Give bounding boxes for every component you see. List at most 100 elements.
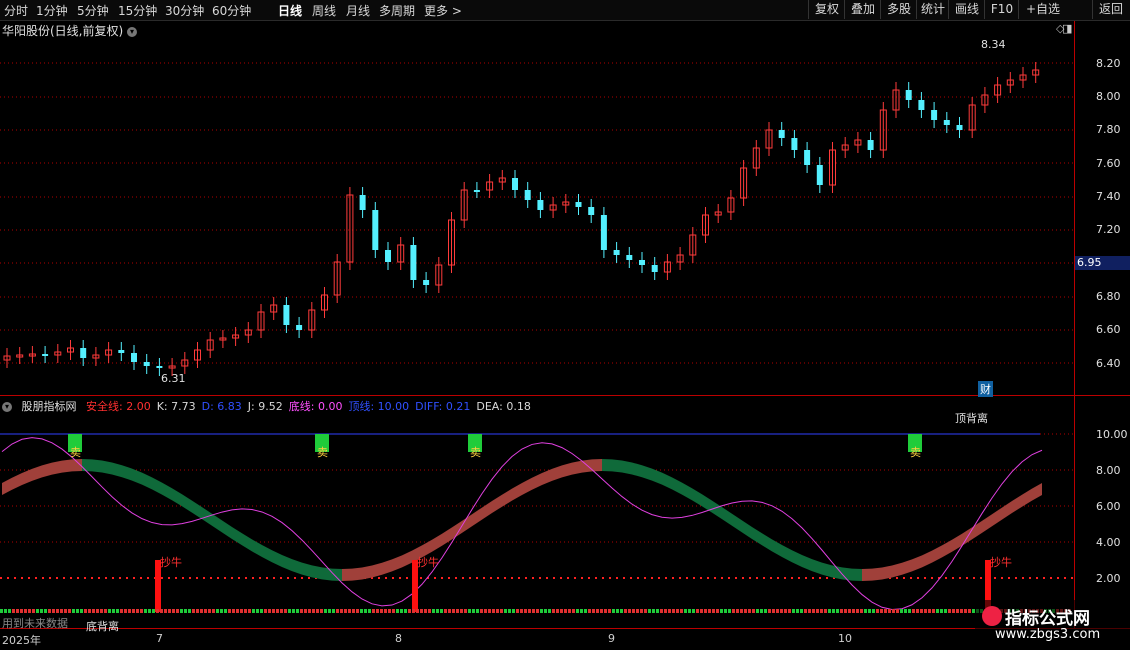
volume-strip-bar <box>60 609 63 613</box>
kd-ribbon-segment <box>142 472 152 490</box>
volume-strip-bar <box>452 609 455 613</box>
kd-ribbon-segment <box>352 567 362 581</box>
volume-strip-bar <box>316 609 319 613</box>
kd-ribbon-segment <box>842 567 852 581</box>
volume-strip-bar <box>116 609 119 613</box>
volume-strip-bar <box>92 609 95 613</box>
volume-strip-bar <box>148 609 151 613</box>
kd-ribbon-segment <box>282 555 292 572</box>
kd-ribbon-segment <box>812 559 822 575</box>
volume-strip-bar <box>180 609 183 613</box>
volume-strip-bar <box>260 609 263 613</box>
volume-strip-bar <box>184 609 187 613</box>
xaxis-label: 8 <box>395 632 402 645</box>
volume-strip-bar <box>52 609 55 613</box>
volume-strip-bar <box>888 609 891 613</box>
volume-strip-bar <box>548 609 551 613</box>
candle-body <box>42 354 49 356</box>
volume-strip-bar <box>860 609 863 613</box>
sell-label: 卖 <box>470 446 481 459</box>
volume-strip-bar <box>532 609 535 613</box>
volume-strip-bar <box>232 609 235 613</box>
volume-strip-bar <box>836 609 839 613</box>
volume-strip-bar <box>816 609 819 613</box>
volume-strip-bar <box>340 609 343 613</box>
volume-strip-bar <box>728 609 731 613</box>
volume-strip-bar <box>152 609 155 613</box>
volume-strip-bar <box>348 609 351 613</box>
volume-strip-bar <box>96 609 99 613</box>
kd-ribbon-segment <box>852 568 862 581</box>
volume-strip-bar <box>844 609 847 613</box>
kd-ribbon-segment <box>22 468 32 485</box>
kd-ribbon-segment <box>552 465 562 481</box>
volume-strip-bar <box>756 609 759 613</box>
volume-strip-bar <box>356 609 359 613</box>
volume-strip-bar <box>136 609 139 613</box>
volume-strip-bar <box>324 609 327 613</box>
volume-strip-bar <box>616 609 619 613</box>
volume-strip-bar <box>584 609 587 613</box>
volume-strip-bar <box>12 609 15 613</box>
volume-strip-bar <box>916 609 919 613</box>
volume-strip-bar <box>300 609 303 613</box>
candle-body <box>118 350 125 353</box>
volume-strip-bar <box>596 609 599 613</box>
candle-body <box>537 200 544 210</box>
volume-strip-bar <box>396 609 399 613</box>
kd-ribbon-segment <box>212 513 222 533</box>
volume-strip-bar <box>384 609 387 613</box>
volume-strip-bar <box>40 609 43 613</box>
kd-ribbon-segment <box>1032 482 1042 501</box>
kd-ribbon-segment <box>92 459 102 473</box>
volume-strip-bar <box>388 609 391 613</box>
volume-strip-bar <box>156 609 159 613</box>
volume-strip-bar <box>776 609 779 613</box>
volume-strip-bar <box>680 609 683 613</box>
volume-strip-bar <box>876 609 879 613</box>
volume-strip-bar <box>424 609 427 613</box>
volume-strip-bar <box>528 609 531 613</box>
volume-strip-bar <box>444 609 447 613</box>
volume-strip-bar <box>360 609 363 613</box>
candle-body <box>423 280 430 285</box>
kd-ribbon-segment <box>792 550 802 568</box>
volume-strip-bar <box>8 609 11 613</box>
volume-strip-bar <box>796 609 799 613</box>
volume-strip-bar <box>372 609 375 613</box>
candle-body <box>588 207 595 215</box>
volume-strip-bar <box>404 609 407 613</box>
volume-strip-bar <box>740 609 743 613</box>
kd-ribbon-segment <box>802 555 812 572</box>
buy-label: 抄牛 <box>417 555 439 569</box>
kd-ribbon-segment <box>232 526 242 546</box>
volume-strip-bar <box>380 609 383 613</box>
volume-strip-bar <box>88 609 91 613</box>
volume-strip-bar <box>176 609 179 613</box>
kd-ribbon-segment <box>692 488 702 507</box>
xaxis-label: 7 <box>156 632 163 645</box>
volume-strip-bar <box>576 609 579 613</box>
volume-strip-bar <box>644 609 647 613</box>
volume-strip-bar <box>244 609 247 613</box>
candle-body <box>410 245 417 280</box>
volume-strip-bar <box>944 609 947 613</box>
future-data-warning: 用到未来数据 <box>2 617 68 630</box>
kd-ribbon-segment <box>222 520 232 539</box>
kd-ribbon-segment <box>882 565 892 580</box>
volume-strip-bar <box>660 609 663 613</box>
volume-strip-bar <box>940 609 943 613</box>
volume-strip-bar <box>144 609 147 613</box>
volume-strip-bar <box>32 609 35 613</box>
candle-body <box>512 178 518 190</box>
candle-body <box>626 255 633 260</box>
kd-ribbon-segment <box>642 465 652 481</box>
kline-chart[interactable]: 卖 卖 卖 卖抄牛 抄牛 抄牛 <box>0 0 1130 650</box>
kd-ribbon-segment <box>762 533 772 552</box>
volume-strip-bar <box>392 609 395 613</box>
volume-strip-bar <box>516 609 519 613</box>
volume-strip-bar <box>456 609 459 613</box>
volume-strip-bar <box>4 609 7 613</box>
volume-strip-bar <box>664 609 667 613</box>
cai-badge[interactable]: 财 <box>978 381 993 397</box>
